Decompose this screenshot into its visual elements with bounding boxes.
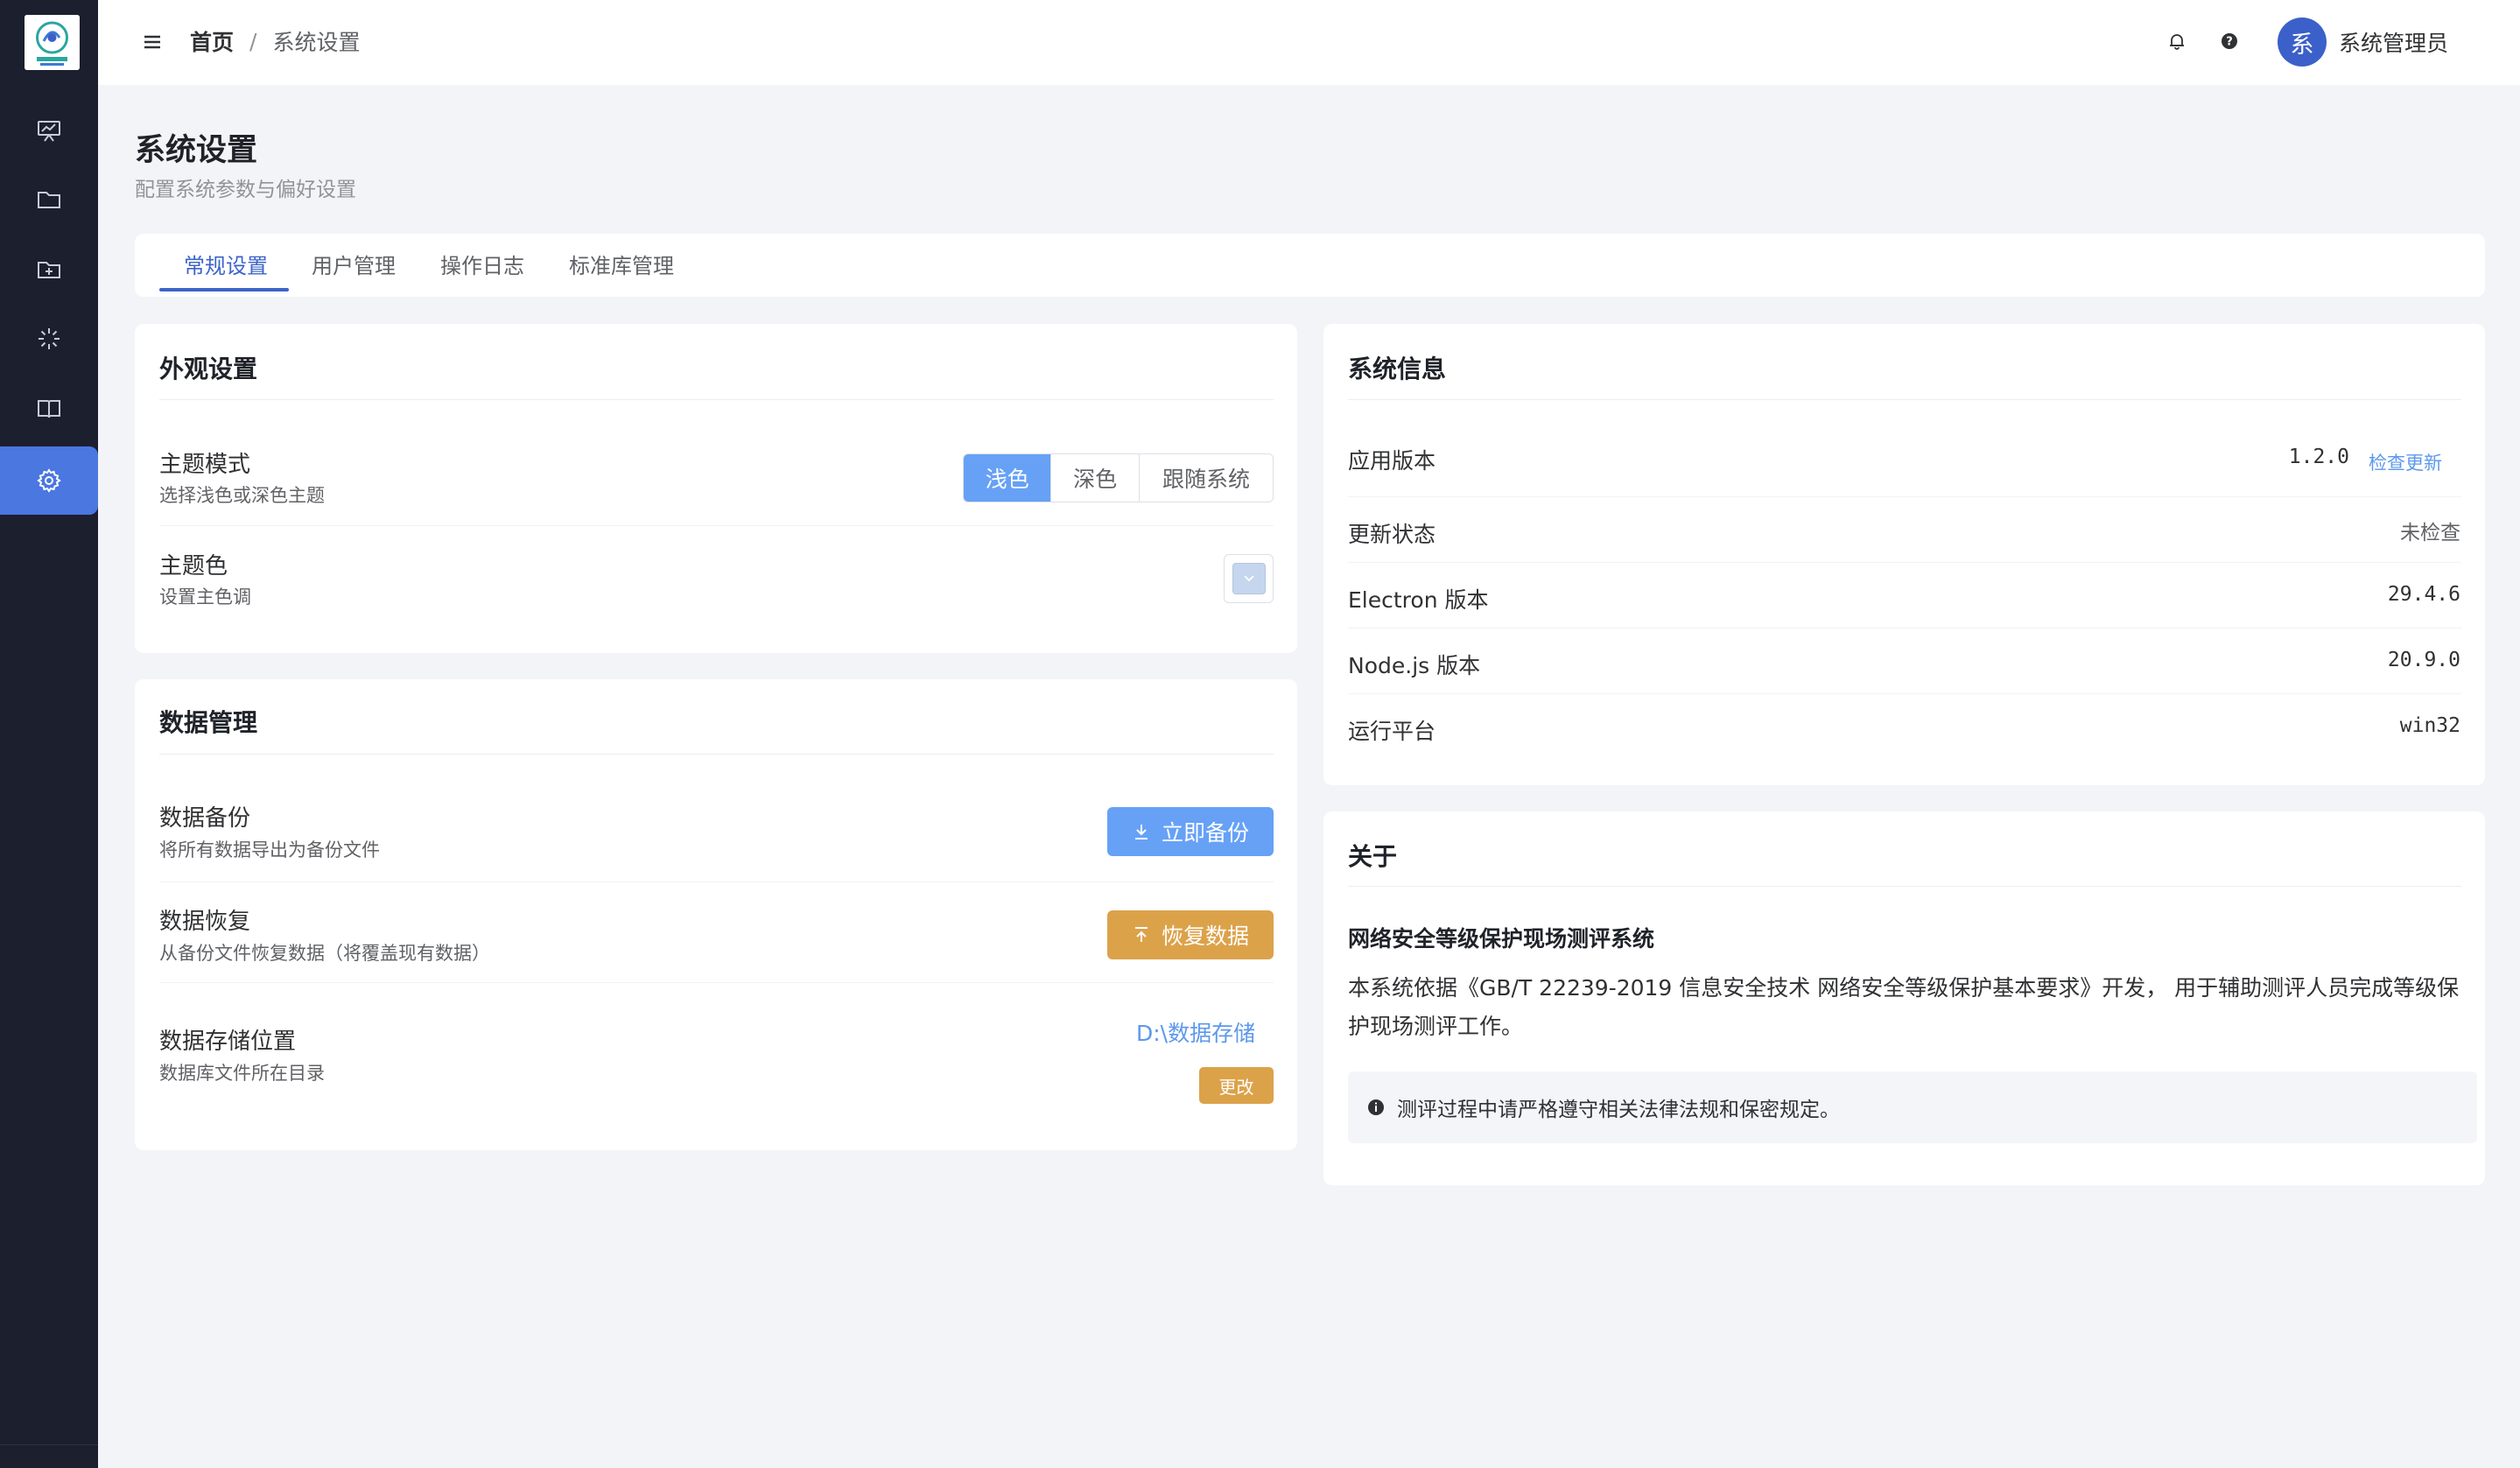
appearance-card: 外观设置 主题模式 选择浅色或深色主题 浅色 深色 跟随系统 主题色 设置主色调 xyxy=(135,324,1297,653)
nav-item-settings[interactable] xyxy=(0,446,98,515)
backup-button-label: 立即备份 xyxy=(1161,820,1249,846)
info-label-update-status: 更新状态 xyxy=(1348,522,1436,547)
restore-button-label: 恢复数据 xyxy=(1161,924,1249,949)
storage-desc: 数据库文件所在目录 xyxy=(159,1063,325,1084)
info-label-node: Node.js 版本 xyxy=(1348,653,1481,678)
check-update-link[interactable]: 检查更新 xyxy=(2369,449,2442,475)
restore-desc: 从备份文件恢复数据（将覆盖现有数据） xyxy=(159,943,490,964)
info-label-platform: 运行平台 xyxy=(1348,719,1436,744)
system-info-card: 系统信息 应用版本 1.2.0 检查更新 更新状态 未检查 Electron 版… xyxy=(1323,324,2485,785)
nav-item-dashboard[interactable] xyxy=(0,96,98,165)
loading-icon xyxy=(39,328,60,349)
tab-general[interactable]: 常规设置 xyxy=(184,234,268,293)
about-text: 本系统依据《GB/T 22239-2019 信息安全技术 网络安全等级保护基本要… xyxy=(1348,975,2460,1039)
theme-mode-selector: 浅色 深色 跟随系统 xyxy=(963,453,1274,502)
theme-light-option[interactable]: 浅色 xyxy=(964,454,1052,502)
folder-add-icon xyxy=(38,262,60,278)
info-label-app-version: 应用版本 xyxy=(1348,448,1436,474)
nav-item-projects[interactable] xyxy=(0,165,98,233)
theme-mode-label: 主题模式 xyxy=(159,452,251,478)
row-divider xyxy=(1348,562,2461,563)
folder-icon xyxy=(38,192,60,208)
user-name[interactable]: 系统管理员 xyxy=(2339,26,2448,58)
nav-item-assessment[interactable] xyxy=(0,305,98,373)
data-management-card: 数据管理 数据备份 将所有数据导出为备份文件 立即备份 数据恢复 从备份文件恢复… xyxy=(135,679,1297,1150)
settings-tabs: 常规设置 用户管理 操作日志 标准库管理 xyxy=(135,234,2485,297)
theme-color-label: 主题色 xyxy=(159,553,228,579)
tab-users[interactable]: 用户管理 xyxy=(312,234,396,293)
info-value-update-status: 未检查 xyxy=(2400,522,2460,544)
theme-system-option[interactable]: 跟随系统 xyxy=(1139,454,1273,502)
nav-item-library[interactable] xyxy=(0,375,98,443)
sidebar xyxy=(0,0,98,1468)
divider xyxy=(159,399,1274,400)
book-icon xyxy=(38,400,60,418)
page-title: 系统设置 xyxy=(135,133,258,168)
active-tab-indicator xyxy=(159,288,289,291)
about-heading: 网络安全等级保护现场测评系统 xyxy=(1348,926,1655,952)
upload-icon xyxy=(1134,927,1148,942)
theme-color-picker[interactable] xyxy=(1224,554,1274,603)
page-subtitle: 配置系统参数与偏好设置 xyxy=(135,179,356,201)
storage-path[interactable]: D:\数据存储 xyxy=(1136,1016,1255,1048)
info-value-app-version: 1.2.0 xyxy=(2288,446,2349,468)
help-icon[interactable]: ? xyxy=(2220,32,2239,51)
avatar[interactable]: 系 xyxy=(2278,18,2327,67)
tab-logs[interactable]: 操作日志 xyxy=(440,234,524,293)
info-value-node: 20.9.0 xyxy=(2387,649,2460,671)
sidebar-divider xyxy=(0,1444,98,1445)
about-card: 关于 网络安全等级保护现场测评系统 本系统依据《GB/T 22239-2019 … xyxy=(1323,811,2485,1185)
chevron-down-icon xyxy=(1243,575,1254,582)
info-icon xyxy=(1368,1099,1384,1115)
storage-label: 数据存储位置 xyxy=(159,1029,297,1055)
card-title: 关于 xyxy=(1348,842,1398,871)
chart-board-icon xyxy=(38,121,60,142)
change-path-button[interactable]: 更改 xyxy=(1199,1067,1274,1104)
svg-text:?: ? xyxy=(2226,36,2233,49)
row-divider xyxy=(1348,628,2461,629)
restore-button[interactable]: 恢复数据 xyxy=(1107,910,1274,959)
divider xyxy=(1348,886,2461,887)
backup-button[interactable]: 立即备份 xyxy=(1107,807,1274,856)
theme-dark-option[interactable]: 深色 xyxy=(1051,454,1140,502)
row-divider xyxy=(1348,496,2461,497)
info-value-platform: win32 xyxy=(2399,714,2460,737)
theme-mode-desc: 选择浅色或深色主题 xyxy=(159,485,325,506)
breadcrumb-current: 系统设置 xyxy=(272,30,361,55)
gear-icon xyxy=(37,468,61,493)
row-divider xyxy=(159,982,1274,983)
divider xyxy=(1348,399,2461,400)
row-divider xyxy=(159,525,1274,526)
card-title: 系统信息 xyxy=(1348,355,1447,383)
bell-icon[interactable] xyxy=(2167,32,2187,51)
breadcrumb: 首页 / 系统设置 xyxy=(190,25,360,57)
notice-text: 测评过程中请严格遵守相关法律法规和保密规定。 xyxy=(1397,1099,1840,1121)
backup-label: 数据备份 xyxy=(159,805,251,832)
tab-standards[interactable]: 标准库管理 xyxy=(569,234,674,293)
notice-box: 测评过程中请严格遵守相关法律法规和保密规定。 xyxy=(1348,1071,2477,1143)
row-divider xyxy=(1348,693,2461,694)
divider xyxy=(159,754,1274,755)
restore-label: 数据恢复 xyxy=(159,909,251,935)
breadcrumb-separator: / xyxy=(249,28,257,54)
theme-color-desc: 设置主色调 xyxy=(159,586,251,608)
nav-item-new-project[interactable] xyxy=(0,235,98,303)
menu-toggle-icon[interactable] xyxy=(142,32,163,53)
top-header: 首页 / 系统设置 ? 系 系统管理员 xyxy=(98,0,2520,85)
card-title: 外观设置 xyxy=(159,355,258,383)
app-logo xyxy=(25,15,80,70)
download-icon xyxy=(1134,825,1148,839)
backup-desc: 将所有数据导出为备份文件 xyxy=(159,839,380,860)
card-title: 数据管理 xyxy=(159,708,258,737)
info-value-electron: 29.4.6 xyxy=(2387,583,2460,606)
color-swatch xyxy=(1232,563,1266,594)
info-label-electron: Electron 版本 xyxy=(1348,587,1489,613)
breadcrumb-home[interactable]: 首页 xyxy=(190,25,234,57)
